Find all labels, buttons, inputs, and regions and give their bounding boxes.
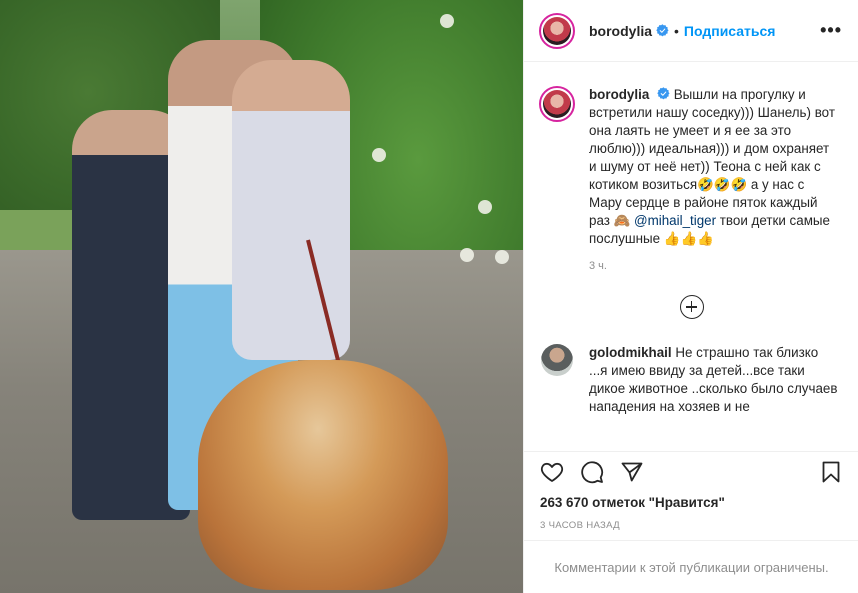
post-caption: borodylia Вышли на прогулку и встретили … [524,62,858,248]
more-options-icon[interactable]: ••• [820,20,842,41]
verified-badge-icon [657,87,670,100]
caption-timestamp[interactable]: 3 ч. [589,260,858,272]
share-button[interactable] [620,460,644,484]
follow-button[interactable]: Подписаться [684,23,776,39]
load-more-comments[interactable] [524,295,858,319]
photo-flower [478,200,492,214]
photo-flower [495,250,509,264]
author-avatar[interactable] [539,12,575,49]
comment-text: golodmikhail Не страшно так близко ...я … [589,344,839,416]
comments-restricted-notice: Комментарии к этой публикации ограничены… [524,540,858,593]
post-photo[interactable] [0,0,523,593]
caption-mention-link[interactable]: @mihail_tiger [634,213,716,228]
comments-list[interactable]: borodylia Вышли на прогулку и встретили … [524,62,858,451]
comment-button[interactable] [580,460,604,484]
photo-child [232,60,350,360]
post-actions-bar [524,451,858,492]
heart-icon[interactable] [540,460,564,484]
post-side-panel: borodylia • Подписаться ••• borodylia Вы… [523,0,858,593]
caption-avatar[interactable] [539,86,575,122]
verified-badge-icon [656,24,669,37]
likes-count[interactable]: 263 670 отметок "Нравится" [540,495,725,510]
caption-text: borodylia Вышли на прогулку и встретили … [589,86,839,248]
paper-plane-icon[interactable] [620,460,644,484]
save-button[interactable] [819,460,843,484]
plus-circle-icon[interactable] [679,295,704,319]
caption-username[interactable]: borodylia [589,87,649,102]
post-time-ago[interactable]: 3 часов назад [540,520,620,531]
photo-flower [372,148,386,162]
photo-flower [460,248,474,262]
like-button[interactable] [540,460,564,484]
author-username[interactable]: borodylia [589,23,652,39]
photo-flower [440,14,454,28]
caption-body-start: Вышли на прогулку и встретили нашу сосед… [589,87,835,228]
commenter-username[interactable]: golodmikhail [589,345,672,360]
post-header: borodylia • Подписаться ••• [524,0,858,62]
photo-tiger [198,360,448,590]
comment-icon[interactable] [580,460,604,484]
bookmark-icon[interactable] [819,460,843,484]
commenter-avatar[interactable] [541,344,573,376]
header-separator: • [674,22,679,39]
comment-item: golodmikhail Не страшно так близко ...я … [524,319,858,416]
